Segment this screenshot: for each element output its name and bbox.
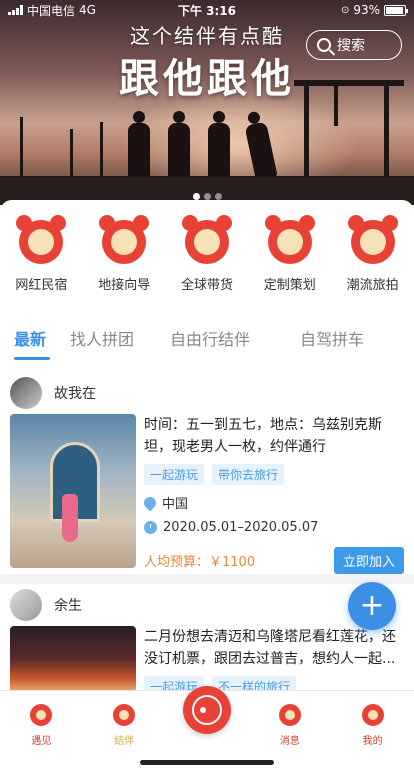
- category-planning[interactable]: 定制策划: [248, 215, 331, 293]
- category-photo[interactable]: 潮流旅拍: [331, 215, 414, 293]
- camera-icon: [192, 695, 222, 725]
- photo-icon: [347, 215, 398, 264]
- category-panel: 网红民宿 地接向导 全球带货 定制策划 潮流旅拍 最新 找人拼团 自由行结伴 自…: [0, 200, 414, 372]
- tab-carpool[interactable]: 自驾拼车: [300, 326, 400, 360]
- hero-banner[interactable]: 这个结伴有点酷 跟他跟他 搜索: [0, 0, 414, 205]
- profile-icon: [361, 704, 384, 726]
- shopping-icon: [181, 215, 232, 264]
- guide-icon: [99, 215, 150, 264]
- post-title: 时间：五一到五七，地点：乌兹别克斯坦，现老男人一枚，约伴通行: [144, 417, 382, 455]
- carrier-name: 中国电信: [27, 3, 76, 18]
- clock-time: 下午 3:16: [177, 3, 237, 18]
- category-label: 地接向导: [98, 278, 151, 293]
- battery-percent: 93%: [353, 3, 380, 17]
- search-label: 搜索: [337, 38, 365, 54]
- signal-icon: [8, 5, 23, 15]
- post-card[interactable]: 时间：五一到五七，地点：乌兹别克斯坦，现老男人一枚，约伴通行 一起游玩 带你去旅…: [0, 414, 414, 574]
- rotation-lock-icon: ⊙: [340, 4, 350, 16]
- companion-icon: [113, 704, 136, 726]
- post-location: 中国: [162, 497, 189, 512]
- create-post-button[interactable]: +: [348, 582, 396, 630]
- author-name: 故我在: [54, 386, 96, 402]
- battery-icon: [384, 4, 408, 16]
- feed-tabs: 最新 找人拼团 自由行结伴 自驾拼车: [0, 326, 414, 360]
- tabbar-label: 消息: [279, 736, 300, 747]
- category-homestay[interactable]: 网红民宿: [0, 215, 83, 293]
- post-header[interactable]: 故我在: [0, 372, 414, 414]
- carousel-dot[interactable]: [203, 193, 211, 200]
- network-type: 4G: [79, 3, 96, 17]
- tab-latest[interactable]: 最新: [14, 326, 70, 360]
- avatar[interactable]: [10, 377, 42, 409]
- location-pin-icon: [141, 494, 159, 511]
- join-button[interactable]: 立即加入: [333, 547, 404, 574]
- category-label: 定制策划: [263, 278, 316, 293]
- post-title: 二月份想去清迈和乌隆塔尼看红莲花，还没订机票，跟团去过普吉，想约人一起...: [144, 629, 396, 667]
- tabbar-label: 我的: [362, 736, 383, 747]
- search-button[interactable]: 搜索: [306, 30, 402, 60]
- category-shopping[interactable]: 全球带货: [166, 215, 249, 293]
- tabbar-label: 结伴: [114, 736, 135, 747]
- category-label: 潮流旅拍: [346, 278, 399, 293]
- category-label: 全球带货: [180, 278, 233, 293]
- category-guide[interactable]: 地接向导: [83, 215, 166, 293]
- carousel-dot[interactable]: [192, 193, 200, 200]
- bottom-tab-bar: 遇见 结伴 消息 我的: [0, 686, 414, 771]
- post-image[interactable]: [10, 414, 136, 568]
- tabbar-meet[interactable]: 遇见: [0, 691, 83, 771]
- search-icon: [317, 38, 331, 52]
- carousel-dot[interactable]: [214, 193, 222, 200]
- tabbar-camera[interactable]: [166, 686, 249, 771]
- post-image[interactable]: [10, 626, 136, 692]
- camera-button[interactable]: [183, 686, 231, 734]
- clock-icon: [144, 521, 157, 534]
- post-tag: 带你去旅行: [212, 464, 285, 485]
- carousel-dots[interactable]: [0, 193, 414, 200]
- tab-group-tour[interactable]: 找人拼团: [70, 326, 170, 360]
- avatar[interactable]: [10, 589, 42, 621]
- home-indicator: [140, 760, 274, 765]
- tabbar-label: 遇见: [31, 736, 52, 747]
- tabbar-profile[interactable]: 我的: [331, 691, 414, 771]
- tab-free-travel[interactable]: 自由行结伴: [170, 326, 300, 360]
- category-label: 网红民宿: [15, 278, 68, 293]
- tabbar-message[interactable]: 消息: [248, 691, 331, 771]
- message-icon: [278, 704, 301, 726]
- post-budget: 人均预算：￥1100: [144, 555, 256, 570]
- author-name: 余生: [54, 598, 82, 614]
- tabbar-companion[interactable]: 结伴: [83, 691, 166, 771]
- post-tag: 一起游玩: [144, 464, 205, 485]
- planning-icon: [264, 215, 315, 264]
- status-bar: 中国电信 4G 下午 3:16 ⊙ 93%: [0, 0, 414, 20]
- homestay-icon: [16, 215, 67, 264]
- post-feed: 故我在 时间：五一到五七，地点：乌兹别克斯坦，现老男人一枚，约伴通行 一起游玩 …: [0, 372, 414, 697]
- post-date-range: 2020.05.01–2020.05.07: [163, 520, 319, 535]
- meet-icon: [30, 704, 53, 726]
